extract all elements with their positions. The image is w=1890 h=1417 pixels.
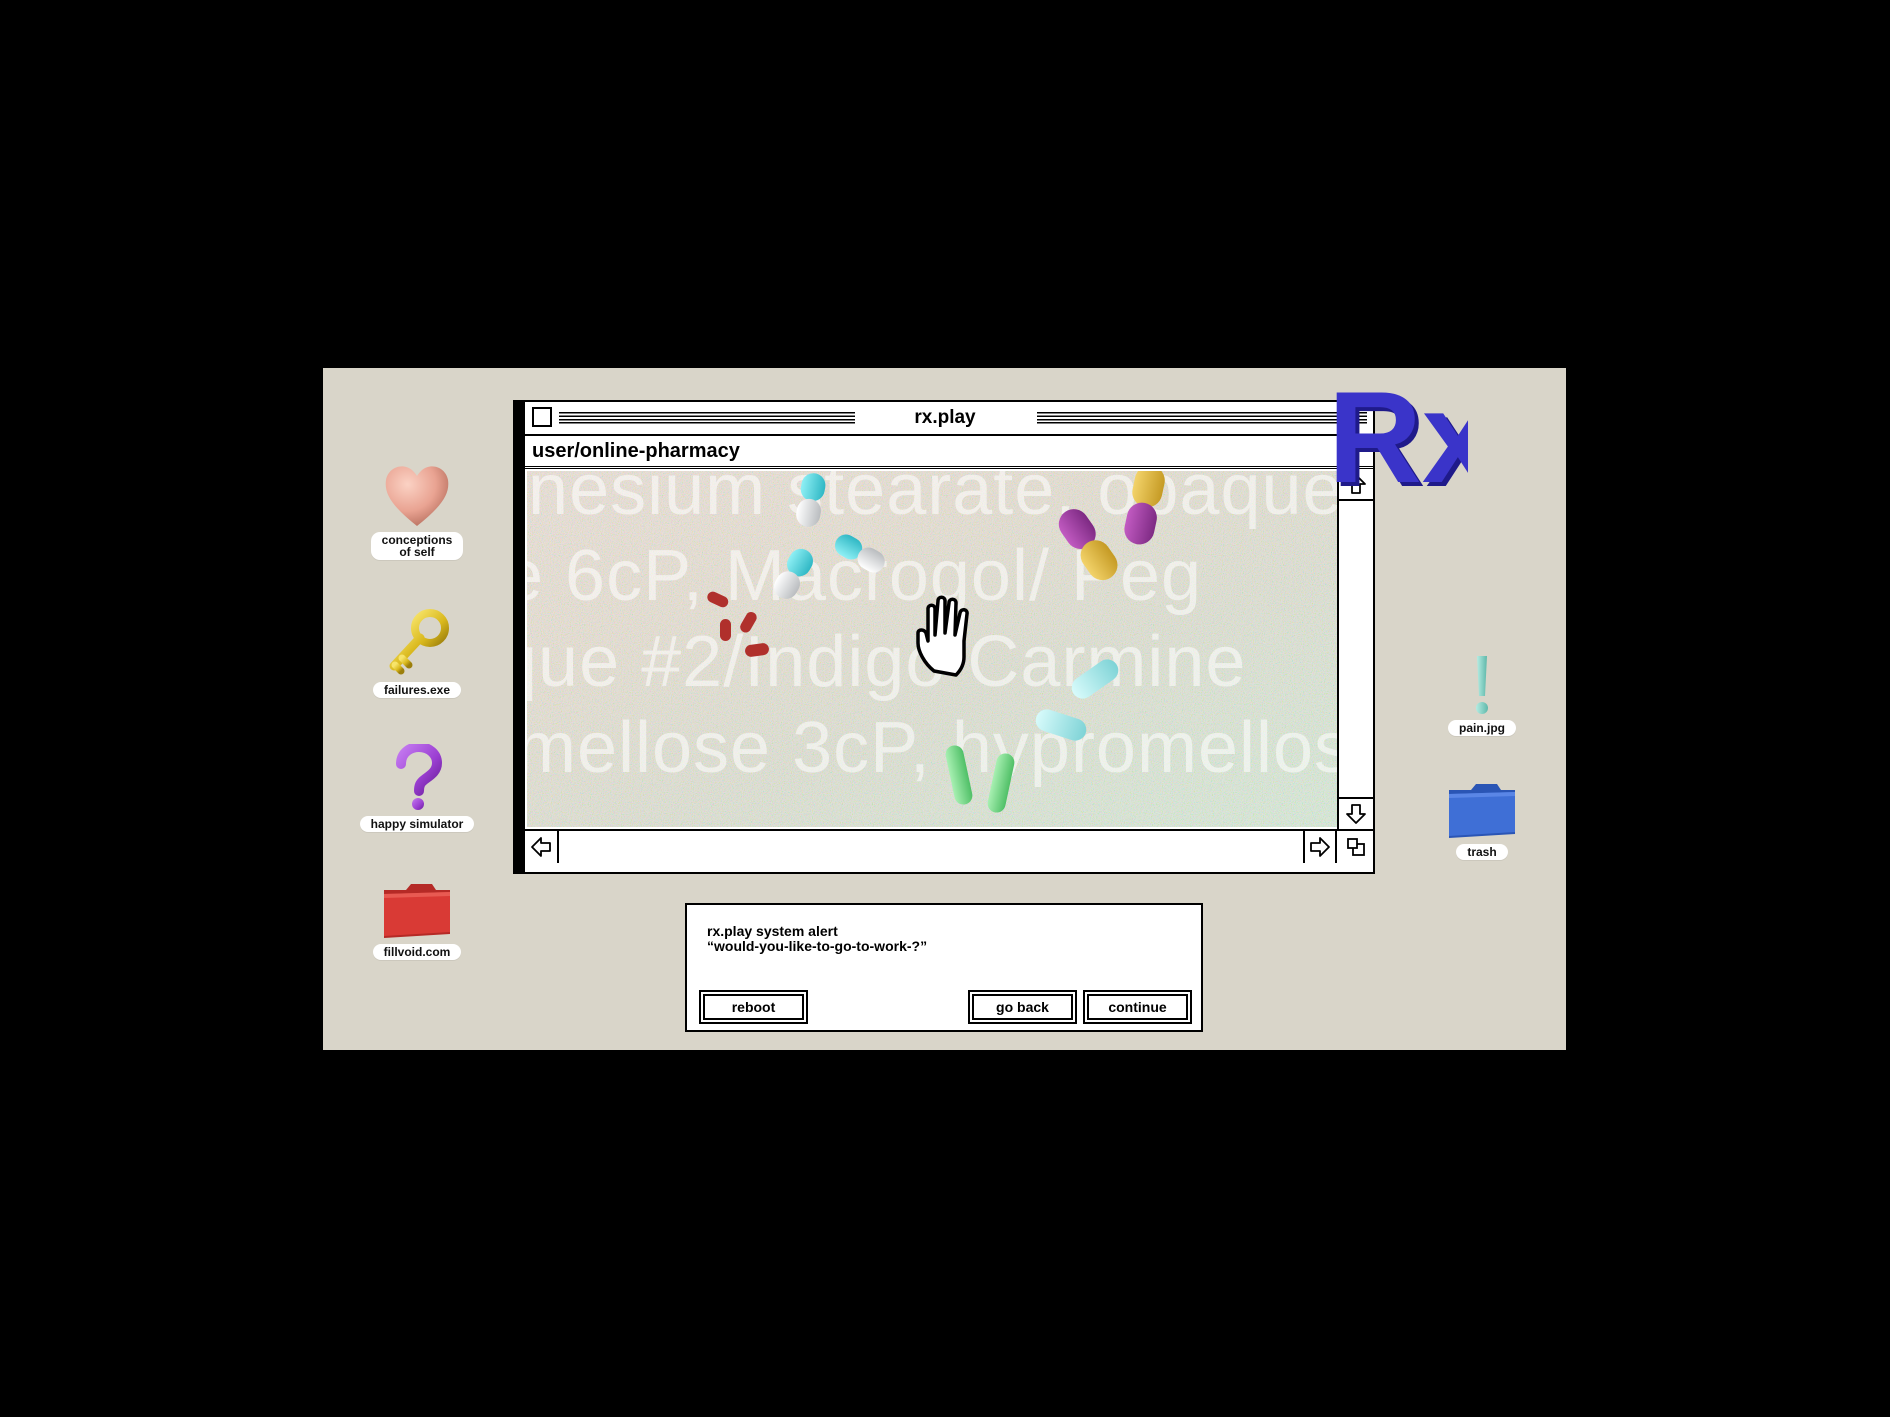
horizontal-scrollbar[interactable] xyxy=(525,829,1373,863)
scroll-right-button[interactable] xyxy=(1303,831,1337,863)
arrow-left-icon xyxy=(531,837,551,857)
resize-icon xyxy=(1347,838,1365,856)
window-frame: rx.play user/online-pharmacy gnesium ste… xyxy=(525,402,1373,872)
continue-button[interactable]: continue xyxy=(1083,990,1192,1024)
hand-cursor-icon xyxy=(916,595,969,677)
screen: conceptions of self failures.exe happy s… xyxy=(0,0,1890,1417)
alert-title: rx.play system alert xyxy=(707,923,838,939)
capsule xyxy=(1058,509,1118,581)
capsule xyxy=(774,548,813,599)
continue-button-label: continue xyxy=(1087,994,1188,1020)
system-alert-dialog: rx.play system alert “would-you-like-to-… xyxy=(685,903,1203,1032)
desktop-icon-conceptions-of-self[interactable]: conceptions of self xyxy=(347,462,487,560)
path-text: user/online-pharmacy xyxy=(532,440,740,462)
resize-handle[interactable] xyxy=(1339,831,1373,863)
key-icon xyxy=(389,609,449,675)
desktop-icon-label: pain.jpg xyxy=(1448,720,1516,736)
desktop-icon-failures-exe[interactable]: failures.exe xyxy=(347,608,487,698)
content-area[interactable]: gnesium stearate, opaque e 6cP, Macrogol… xyxy=(527,471,1337,827)
title-bar-stripes-left xyxy=(559,412,855,424)
rx-logo-text: Rx xyxy=(1328,378,1468,510)
desktop-icon-label: failures.exe xyxy=(372,682,462,698)
exclamation-icon xyxy=(1476,656,1488,714)
desktop-icon-label: conceptions of self xyxy=(370,532,464,560)
rx-logo: Rx Rx xyxy=(1328,378,1468,514)
desktop-icon-pain-jpg[interactable]: pain.jpg xyxy=(1412,654,1552,736)
question-mark-icon xyxy=(396,744,443,810)
arrow-right-icon xyxy=(1310,837,1330,857)
capsule xyxy=(835,534,885,573)
title-bar-stripes-right xyxy=(1037,412,1367,424)
arrow-down-icon xyxy=(1346,804,1366,824)
capsule xyxy=(945,745,973,805)
app-window: rx.play user/online-pharmacy gnesium ste… xyxy=(513,400,1375,874)
title-bar[interactable]: rx.play xyxy=(525,402,1373,436)
reboot-button[interactable]: reboot xyxy=(699,990,808,1024)
close-box-button[interactable] xyxy=(532,407,552,427)
folder-icon xyxy=(1449,784,1515,838)
desktop-icon-label: fillvoid.com xyxy=(372,944,462,960)
desktop-icon-fillvoid-com[interactable]: fillvoid.com xyxy=(347,880,487,960)
desktop-icon-label: trash xyxy=(1456,844,1508,860)
reboot-button-label: reboot xyxy=(703,994,804,1020)
path-bar: user/online-pharmacy xyxy=(525,436,1373,469)
desktop-icon-trash[interactable]: trash xyxy=(1412,780,1552,860)
folder-icon xyxy=(384,884,450,938)
scroll-down-button[interactable] xyxy=(1339,797,1373,829)
capsule xyxy=(1035,709,1087,741)
heart-icon xyxy=(385,466,449,526)
desktop-icon-happy-simulator[interactable]: happy simulator xyxy=(347,744,487,832)
desktop-icon-label: happy simulator xyxy=(359,816,475,832)
go-back-button-label: go back xyxy=(972,994,1073,1020)
window-title: rx.play xyxy=(914,407,976,428)
capsule xyxy=(987,753,1015,813)
red-pills xyxy=(707,591,769,657)
capsule xyxy=(796,473,826,527)
scroll-left-button[interactable] xyxy=(525,831,559,863)
vertical-scrollbar[interactable] xyxy=(1337,469,1373,831)
capsule xyxy=(1071,659,1119,699)
alert-message: “would-you-like-to-go-to-work-?” xyxy=(707,938,928,954)
capsule xyxy=(1124,471,1165,545)
go-back-button[interactable]: go back xyxy=(968,990,1077,1024)
